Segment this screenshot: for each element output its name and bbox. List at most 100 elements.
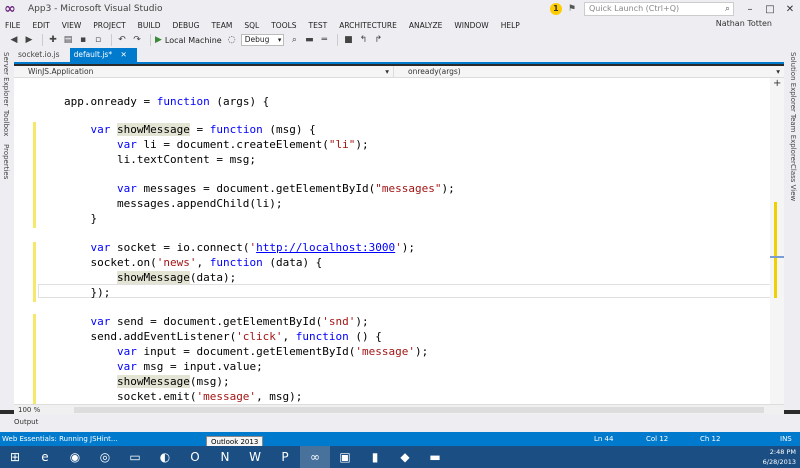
maximize-button[interactable]: □ [760, 4, 780, 15]
signed-in-user[interactable]: Nathan Totten [716, 19, 772, 28]
save-all-icon[interactable]: ▫ [92, 34, 104, 46]
code-editor[interactable]: app.onready = function (args) { var show… [14, 78, 784, 404]
menu-view[interactable]: VIEW [62, 21, 89, 30]
right-tool-strip: Solution Explorer Team Explorer Class Vi… [784, 48, 800, 410]
menu-analyze[interactable]: ANALYZE [409, 21, 450, 30]
messaging-icon[interactable]: ◆ [390, 446, 420, 468]
code-line: li.textContent = msg; [64, 153, 257, 166]
menu-architecture[interactable]: ARCHITECTURE [339, 21, 404, 30]
split-editor-icon[interactable]: + [773, 78, 781, 89]
code-line: showMessage(data); [116, 271, 237, 284]
notification-badge[interactable]: 1 [549, 3, 562, 15]
menu-bar: FILE EDIT VIEW PROJECT BUILD DEBUG TEAM … [0, 18, 800, 32]
forward-icon[interactable]: ▶ [23, 34, 35, 46]
code-line: var messages = document.getElementById("… [116, 182, 455, 195]
code-line: socket.emit('message', msg); [64, 390, 303, 403]
redo-icon[interactable]: ↷ [131, 34, 143, 46]
standard-toolbar: ◀ ▶ ✚ ▤ ▪ ▫ ↶ ↷ ▶ Local Machine ◌ Debug … [0, 32, 800, 48]
run-target-label: Local Machine [164, 35, 222, 45]
code-line: var msg = input.value; [116, 360, 263, 373]
scrollbar-caret-marker [770, 256, 784, 258]
menu-project[interactable]: PROJECT [93, 21, 132, 30]
word-icon[interactable]: W [240, 446, 270, 468]
change-marker [33, 314, 36, 404]
visual-studio-icon[interactable]: ∞ [300, 446, 330, 468]
outlook-icon[interactable]: O [180, 446, 210, 468]
class-view-tab[interactable]: Class View [789, 164, 797, 201]
chrome-icon[interactable]: ◎ [90, 446, 120, 468]
tab-label: default.js* [73, 50, 113, 59]
change-marker [33, 122, 36, 228]
menu-help[interactable]: HELP [501, 21, 527, 30]
comment-icon[interactable]: ▬ [303, 34, 315, 46]
member-dropdown[interactable]: onready(args) ▾ [394, 66, 784, 77]
quick-launch-placeholder: Quick Launch (Ctrl+Q) [589, 4, 680, 13]
left-tool-strip: Server Explorer Toolbox Properties [0, 48, 14, 410]
start-debugging-button[interactable]: ▶ Local Machine [155, 35, 222, 45]
close-button[interactable]: ✕ [780, 4, 800, 15]
onenote-icon[interactable]: N [210, 446, 240, 468]
code-line: messages.appendChild(li); [64, 197, 283, 210]
browser-link-icon[interactable]: ◌ [226, 34, 238, 46]
menu-file[interactable]: FILE [5, 21, 27, 30]
next-bookmark-icon[interactable]: ↱ [372, 34, 384, 46]
code-line: socket.on('news', function (data) { [64, 256, 323, 269]
bookmark-icon[interactable]: ■ [342, 34, 354, 46]
properties-tab[interactable]: Properties [2, 144, 10, 179]
solution-configuration-select[interactable]: Debug ▾ [240, 34, 285, 46]
minimize-button[interactable]: – [740, 4, 760, 15]
navigation-bar: WinJS.Application ▾ onready(args) ▾ [14, 66, 784, 78]
windows-start-icon[interactable]: ⊞ [0, 446, 30, 468]
menu-sql[interactable]: SQL [244, 21, 266, 30]
menu-debug[interactable]: DEBUG [172, 21, 206, 30]
firefox-icon[interactable]: ◉ [60, 446, 90, 468]
toolbar-divider [42, 34, 43, 46]
scrollbar-change-marker [774, 202, 777, 298]
output-tab[interactable]: Output [14, 418, 38, 426]
visual-studio-logo-icon: ∞ [4, 1, 16, 17]
server-explorer-tab[interactable]: Server Explorer [2, 52, 10, 106]
undo-icon[interactable]: ↶ [116, 34, 128, 46]
status-message: Web Essentials: Running JSHint... [2, 435, 118, 443]
chevron-down-icon: ▾ [776, 67, 780, 76]
prev-bookmark-icon[interactable]: ↰ [357, 34, 369, 46]
solution-explorer-tab[interactable]: Solution Explorer [789, 52, 797, 112]
uncomment-icon[interactable]: ═ [318, 34, 330, 46]
back-icon[interactable]: ◀ [8, 34, 20, 46]
toolbar-divider [150, 34, 151, 46]
open-file-icon[interactable]: ▤ [62, 34, 74, 46]
scope-dropdown[interactable]: WinJS.Application ▾ [14, 66, 394, 77]
save-icon[interactable]: ▪ [77, 34, 89, 46]
feedback-flag-icon[interactable]: ⚑ [568, 4, 576, 14]
editor-zoom-bar: 100 % [14, 404, 784, 414]
tab-default-js[interactable]: default.js* ✕ [69, 48, 137, 62]
powerpoint-icon[interactable]: P [270, 446, 300, 468]
internet-explorer-icon[interactable]: e [30, 446, 60, 468]
close-tab-icon[interactable]: ✕ [120, 50, 126, 59]
menu-build[interactable]: BUILD [138, 21, 168, 30]
bottom-tool-strip: Output [0, 414, 800, 432]
files-icon[interactable]: ▮ [360, 446, 390, 468]
vertical-scrollbar[interactable]: + [770, 78, 784, 404]
menu-window[interactable]: WINDOW [454, 21, 495, 30]
tab-socket-io-js[interactable]: socket.io.js [14, 48, 70, 62]
menu-edit[interactable]: EDIT [32, 21, 56, 30]
file-explorer-icon[interactable]: ▭ [120, 446, 150, 468]
code-line: send.addEventListener('click', function … [64, 330, 382, 343]
photos-icon[interactable]: ▣ [330, 446, 360, 468]
menu-test[interactable]: TEST [309, 21, 335, 30]
quick-launch-input[interactable]: Quick Launch (Ctrl+Q) ⌕ [584, 2, 734, 16]
horizontal-scrollbar[interactable] [74, 407, 764, 413]
menu-tools[interactable]: TOOLS [271, 21, 303, 30]
system-tray[interactable]: 2:48 PM 6/28/2013 [763, 446, 796, 468]
toolbox-tab[interactable]: Toolbox [2, 110, 10, 136]
media-player-icon[interactable]: ◐ [150, 446, 180, 468]
terminal-icon[interactable]: ▬ [420, 446, 450, 468]
tab-label: socket.io.js [18, 50, 60, 59]
code-line: var input = document.getElementById('mes… [116, 345, 429, 358]
team-explorer-tab[interactable]: Team Explorer [789, 114, 797, 164]
menu-team[interactable]: TEAM [211, 21, 239, 30]
find-icon[interactable]: ⌕ [288, 34, 300, 46]
status-line: Ln 44 [594, 435, 614, 443]
new-project-icon[interactable]: ✚ [47, 34, 59, 46]
